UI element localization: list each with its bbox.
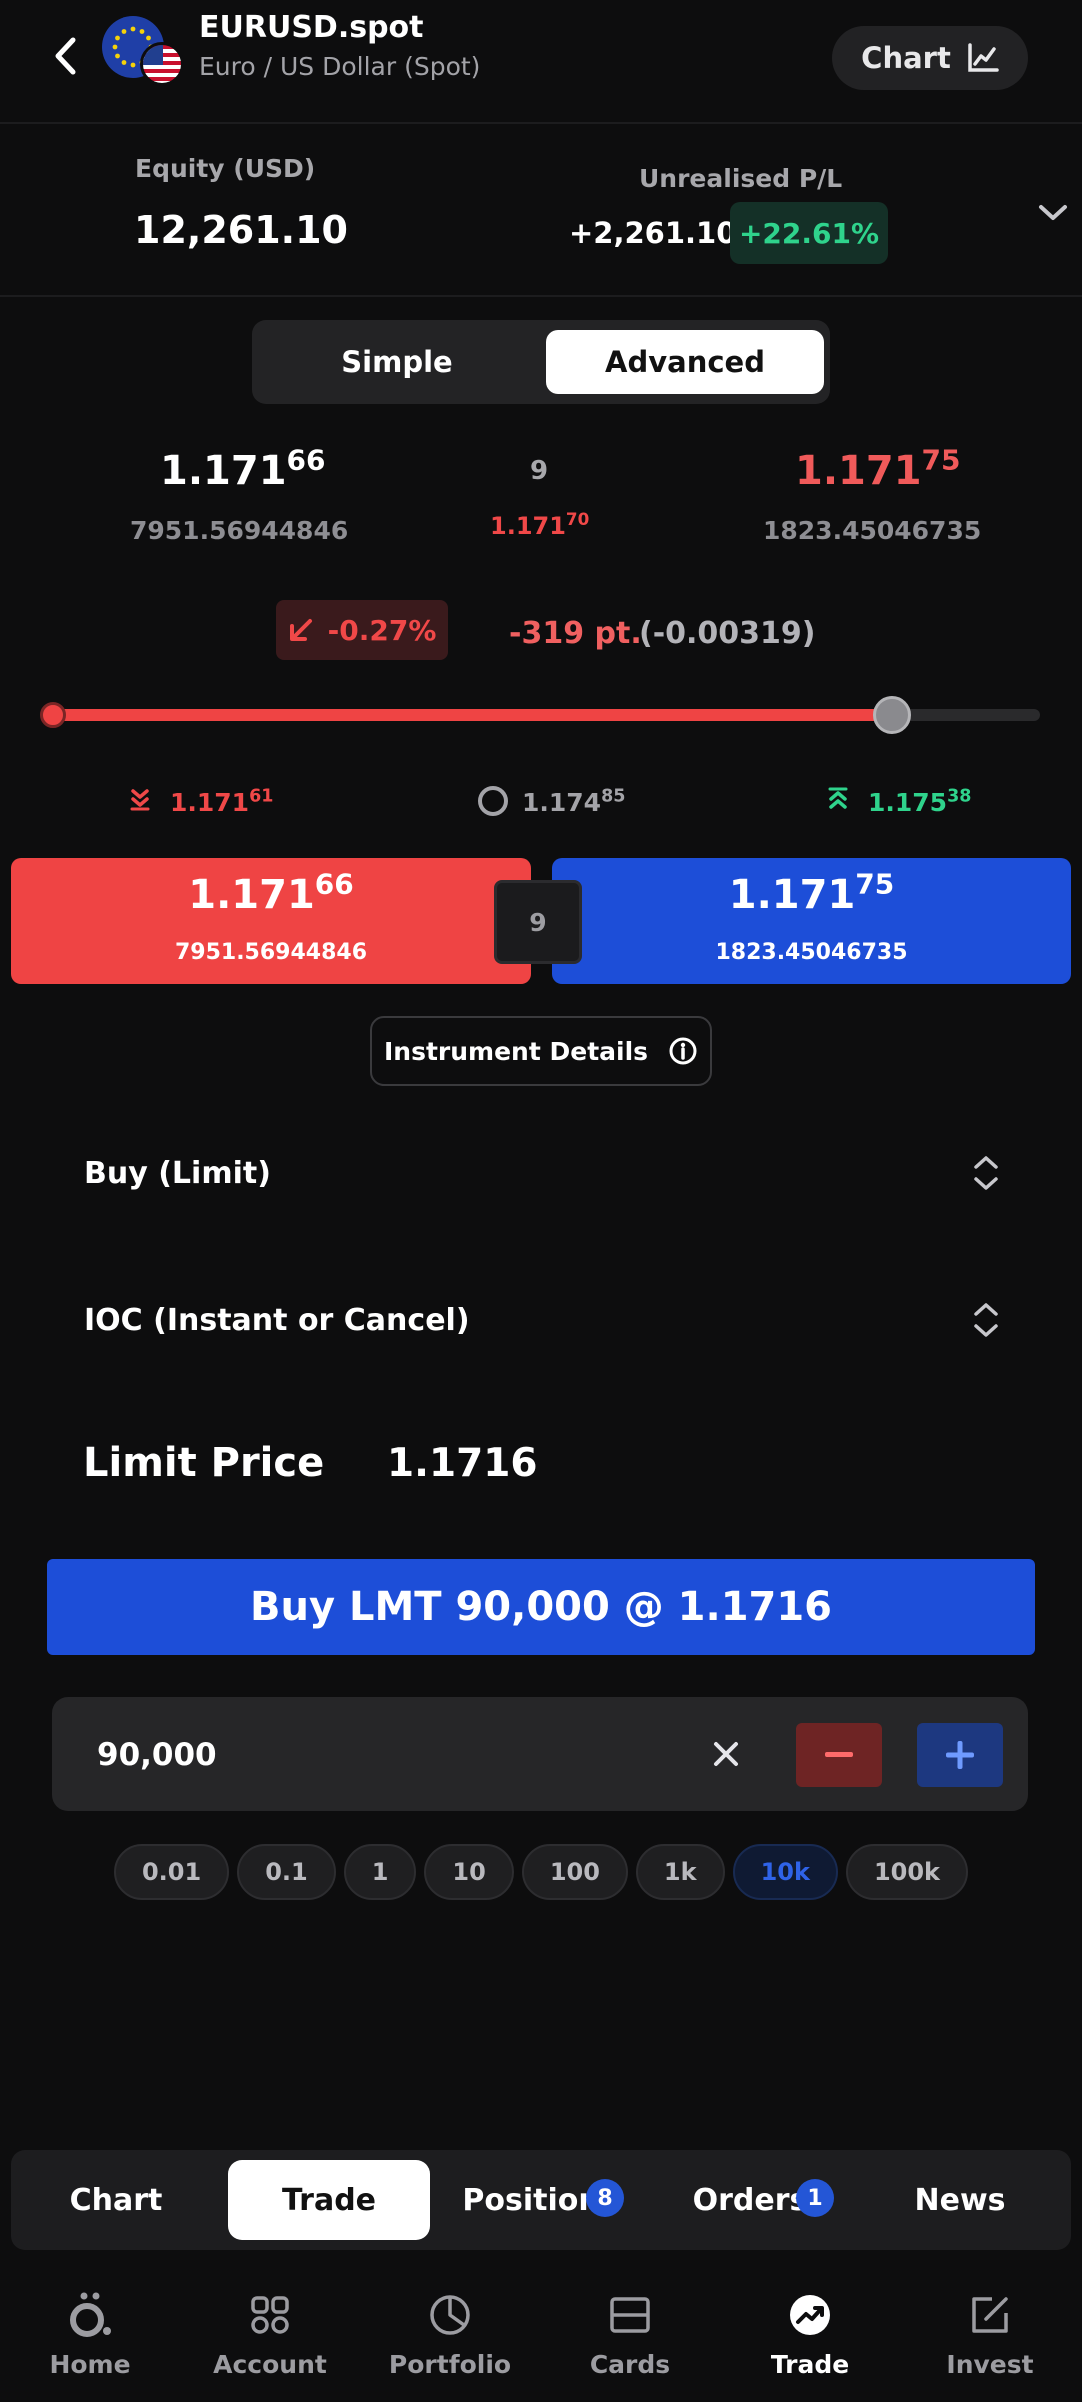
order-type-value: Buy (Limit) [84, 1155, 271, 1191]
quantity-input[interactable]: 90,000 [97, 1737, 217, 1773]
trade-icon [785, 2290, 835, 2340]
increment-chip-10[interactable]: 10 [424, 1844, 514, 1900]
tab-chart[interactable]: Chart [20, 2160, 212, 2240]
up-down-chevron-icon [974, 1303, 998, 1337]
us-flag-icon [140, 42, 184, 86]
limit-price-value[interactable]: 1.1716 [387, 1441, 538, 1486]
nav-trade[interactable]: Trade [725, 2290, 895, 2390]
increment-chip-100[interactable]: 100 [521, 1844, 628, 1900]
chart-button-label: Chart [861, 41, 951, 75]
increment-chip-100k[interactable]: 100k [845, 1844, 969, 1900]
pie-chart-icon [425, 2290, 475, 2340]
buy-price: 1.17175 [728, 867, 895, 918]
ask-price: 1.17175 [795, 443, 961, 494]
chevron-down-icon [1039, 205, 1067, 220]
bid-price: 1.17166 [160, 443, 326, 494]
change-percent-badge: -0.27% [276, 600, 448, 660]
spread-box: 9 [494, 880, 582, 964]
ask-volume: 1823.45046735 [763, 516, 982, 545]
invest-icon [965, 2290, 1015, 2340]
chart-button[interactable]: Chart [832, 26, 1028, 90]
nav-portfolio[interactable]: Portfolio [365, 2290, 535, 2390]
buy-button[interactable]: 1.17175 1823.45046735 [552, 858, 1071, 984]
instrument-details-button[interactable]: Instrument Details [370, 1016, 712, 1086]
nav-home[interactable]: Home [5, 2290, 175, 2390]
nav-invest-label: Invest [946, 2350, 1034, 2379]
mode-advanced-button[interactable]: Advanced [546, 330, 824, 394]
change-points: -319 pt. [509, 616, 642, 651]
sell-button[interactable]: 1.17166 7951.56944846 [11, 858, 531, 984]
line-chart-icon [968, 43, 999, 72]
account-divider [0, 295, 1082, 297]
sell-price: 1.17166 [188, 867, 354, 918]
bid-volume: 7951.56944846 [130, 516, 349, 545]
instrument-details-label: Instrument Details [383, 1036, 649, 1066]
day-range-current-marker[interactable] [872, 696, 911, 734]
increment-chips: 0.01 0.1 1 10 100 1k 10k 100k [0, 1844, 1082, 1900]
back-button[interactable] [40, 30, 92, 82]
time-in-force-select[interactable]: IOC (Instant or Cancel) [44, 1275, 1040, 1365]
positions-count-badge: 8 [586, 2179, 624, 2217]
double-arrow-down-icon [130, 789, 150, 811]
limit-price-label: Limit Price [83, 1440, 325, 1486]
unrealised-pl-percent-badge: +22.61% [730, 202, 888, 264]
day-range-start-dot [40, 702, 66, 728]
close-icon [714, 1742, 738, 1766]
mode-simple-button[interactable]: Simple [262, 330, 532, 394]
up-down-chevron-icon [974, 1156, 998, 1190]
day-low: 1.17161 [170, 786, 274, 817]
order-type-select[interactable]: Buy (Limit) [44, 1128, 1040, 1218]
open-circle-icon [478, 786, 508, 816]
unrealised-pl-label: Unrealised P/L [639, 164, 843, 193]
equity-label: Equity (USD) [135, 154, 316, 183]
expand-account-button[interactable] [1030, 190, 1076, 236]
submit-order-button[interactable]: Buy LMT 90,000 @ 1.1716 [47, 1559, 1035, 1655]
change-percent: -0.27% [327, 613, 437, 647]
increment-chip-10k[interactable]: 10k [732, 1844, 838, 1900]
increment-chip-1k[interactable]: 1k [635, 1844, 725, 1900]
tab-news[interactable]: News [860, 2160, 1060, 2240]
plus-icon [946, 1741, 974, 1769]
nav-invest[interactable]: Invest [905, 2290, 1075, 2390]
nav-portfolio-label: Portfolio [388, 2350, 512, 2379]
mid-price: 1.17170 [490, 509, 590, 540]
nav-home-label: Home [49, 2350, 131, 2379]
nav-trade-label: Trade [770, 2350, 850, 2379]
equity-value: 12,261.10 [134, 208, 348, 252]
nav-cards-label: Cards [589, 2350, 671, 2379]
increment-chip-1[interactable]: 1 [343, 1844, 417, 1900]
sell-volume: 7951.56944846 [174, 940, 368, 965]
account-icon [245, 2290, 295, 2340]
decrease-quantity-button[interactable] [796, 1723, 882, 1787]
minus-icon [825, 1752, 853, 1757]
card-icon [605, 2290, 655, 2340]
clear-quantity-button[interactable] [700, 1728, 752, 1780]
increment-chip-0.01[interactable]: 0.01 [113, 1844, 230, 1900]
time-in-force-value: IOC (Instant or Cancel) [84, 1302, 470, 1338]
orders-count-badge: 1 [796, 2179, 834, 2217]
chevron-left-icon [55, 37, 76, 75]
double-arrow-up-icon [828, 787, 848, 809]
instrument-subtitle: Euro / US Dollar (Spot) [199, 52, 481, 81]
nav-account-label: Account [213, 2350, 327, 2379]
nav-account[interactable]: Account [185, 2290, 355, 2390]
increase-quantity-button[interactable] [917, 1723, 1003, 1787]
nav-cards[interactable]: Cards [545, 2290, 715, 2390]
buy-volume: 1823.45046735 [715, 940, 908, 965]
unrealised-pl-value: +2,261.10 [569, 216, 737, 250]
spread-value: 9 [530, 456, 549, 486]
day-open: 1.17485 [522, 786, 626, 817]
day-range-fill [52, 709, 892, 721]
home-logo-icon [65, 2290, 115, 2340]
change-absolute: (-0.00319) [639, 616, 816, 651]
day-high: 1.17538 [868, 786, 972, 817]
tab-trade[interactable]: Trade [228, 2160, 430, 2240]
instrument-title: EURUSD.spot [199, 10, 424, 45]
header-divider [0, 122, 1082, 124]
info-icon [669, 1037, 697, 1065]
increment-chip-0.1[interactable]: 0.1 [237, 1844, 336, 1900]
arrow-down-left-icon [289, 619, 312, 641]
